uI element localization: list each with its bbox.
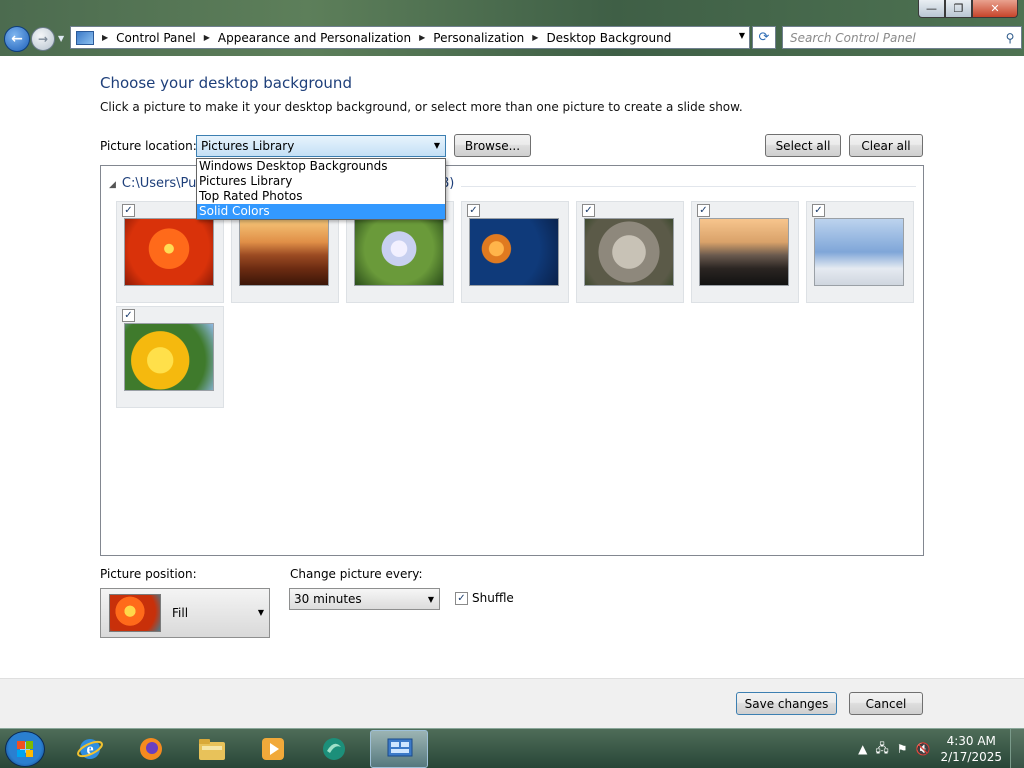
refresh-icon: ⟳ bbox=[758, 30, 770, 45]
folder-group-header[interactable]: ◢ C:\Users\Pu bbox=[109, 176, 196, 191]
option-pictures-library[interactable]: Pictures Library bbox=[197, 174, 445, 189]
picture-gallery[interactable]: ◢C:\Users\Pu 8) ✓ ✓ ✓ ✓ ✓ ✓ ✓ bbox=[100, 165, 924, 556]
picture-checkbox[interactable]: ✓ bbox=[122, 309, 135, 322]
action-center-flag-icon[interactable]: ⚑ bbox=[897, 742, 908, 756]
picture-checkbox[interactable]: ✓ bbox=[467, 204, 480, 217]
control-panel-icon bbox=[76, 30, 94, 45]
picture-location-select[interactable]: Pictures Library ▼ bbox=[196, 135, 446, 157]
search-box[interactable]: Search Control Panel ⚲ bbox=[782, 26, 1022, 49]
minimize-button[interactable]: — bbox=[918, 0, 945, 18]
penguins-thumbnail[interactable] bbox=[814, 218, 904, 286]
picture-tile-lighthouse[interactable]: ✓ bbox=[691, 201, 799, 303]
picture-checkbox[interactable]: ✓ bbox=[582, 204, 595, 217]
option-top-rated-photos[interactable]: Top Rated Photos bbox=[197, 189, 445, 204]
chevron-down-icon[interactable]: ▼ bbox=[428, 595, 434, 604]
browser-app-icon[interactable] bbox=[316, 733, 352, 765]
firefox-icon[interactable] bbox=[133, 733, 169, 765]
change-picture-select[interactable]: 30 minutes ▼ bbox=[289, 588, 440, 610]
picture-position-select[interactable]: Fill ▼ bbox=[100, 588, 270, 638]
change-picture-value: 30 minutes bbox=[294, 592, 362, 606]
tulips-thumbnail[interactable] bbox=[124, 323, 214, 391]
picture-tile-koala[interactable]: ✓ bbox=[576, 201, 684, 303]
change-picture-label: Change picture every: bbox=[290, 567, 423, 581]
lighthouse-thumbnail[interactable] bbox=[699, 218, 789, 286]
shuffle-label[interactable]: Shuffle bbox=[472, 591, 514, 605]
shuffle-option[interactable]: ✓ Shuffle bbox=[455, 591, 514, 605]
picture-location-value: Pictures Library bbox=[201, 139, 295, 153]
windows-logo-icon bbox=[17, 741, 33, 757]
recent-pages-dropdown-icon[interactable]: ▼ bbox=[58, 34, 64, 43]
start-button[interactable] bbox=[5, 731, 45, 767]
page-description: Click a picture to make it your desktop … bbox=[100, 100, 743, 114]
picture-location-label: Picture location: bbox=[100, 139, 197, 153]
chrysanthemum-thumbnail[interactable] bbox=[124, 218, 214, 286]
browse-button[interactable]: Browse... bbox=[454, 134, 531, 157]
address-bar[interactable]: ▶ Control Panel ▶ Appearance and Persona… bbox=[70, 26, 750, 49]
picture-location-options: Windows Desktop Backgrounds Pictures Lib… bbox=[196, 158, 446, 220]
shuffle-checkbox[interactable]: ✓ bbox=[455, 591, 468, 605]
forward-arrow-icon: → bbox=[37, 32, 49, 46]
save-changes-button[interactable]: Save changes bbox=[736, 692, 837, 715]
collapse-icon[interactable]: ◢ bbox=[109, 180, 116, 190]
volume-muted-icon[interactable]: 🔇 bbox=[916, 742, 931, 756]
option-solid-colors[interactable]: Solid Colors bbox=[197, 204, 445, 219]
search-icon[interactable]: ⚲ bbox=[999, 31, 1021, 45]
show-desktop-button[interactable] bbox=[1010, 729, 1024, 768]
picture-checkbox[interactable]: ✓ bbox=[697, 204, 710, 217]
folder-path: C:\Users\Pu bbox=[121, 176, 197, 191]
taskbar: e ▲ 🖧 ⚑ 🔇 4:30 AM 2/17/2025 bbox=[0, 728, 1024, 768]
picture-checkbox[interactable]: ✓ bbox=[122, 204, 135, 217]
clock-time: 4:30 AM bbox=[946, 734, 996, 748]
forward-button[interactable]: → bbox=[31, 27, 55, 51]
jellyfish-thumbnail[interactable] bbox=[469, 218, 559, 286]
chevron-down-icon[interactable]: ▼ bbox=[434, 141, 440, 150]
show-hidden-icons-icon[interactable]: ▲ bbox=[858, 742, 867, 756]
chevron-right-icon[interactable]: ▶ bbox=[419, 33, 425, 42]
clock[interactable]: 4:30 AM 2/17/2025 bbox=[940, 733, 1002, 765]
clock-date: 2/17/2025 bbox=[940, 750, 1002, 764]
media-player-icon[interactable] bbox=[255, 733, 291, 765]
chevron-down-icon[interactable]: ▼ bbox=[258, 608, 264, 617]
option-windows-desktop-backgrounds[interactable]: Windows Desktop Backgrounds bbox=[197, 159, 445, 174]
group-divider bbox=[461, 186, 916, 187]
breadcrumb-control-panel[interactable]: Control Panel bbox=[116, 31, 196, 45]
control-panel-taskbar-button[interactable] bbox=[370, 730, 428, 768]
address-dropdown-icon[interactable]: ▼ bbox=[739, 31, 745, 40]
breadcrumb-desktop-background[interactable]: Desktop Background bbox=[546, 31, 671, 45]
close-button[interactable]: ✕ bbox=[972, 0, 1018, 18]
picture-position-label: Picture position: bbox=[100, 567, 197, 581]
system-tray: ▲ 🖧 ⚑ 🔇 4:30 AM 2/17/2025 bbox=[854, 729, 1024, 768]
breadcrumb-appearance[interactable]: Appearance and Personalization bbox=[218, 31, 411, 45]
picture-tile-jellyfish[interactable]: ✓ bbox=[461, 201, 569, 303]
picture-tile-penguins[interactable]: ✓ bbox=[806, 201, 914, 303]
position-preview-thumbnail bbox=[109, 594, 161, 632]
picture-position-value: Fill bbox=[172, 606, 189, 620]
chevron-right-icon[interactable]: ▶ bbox=[532, 33, 538, 42]
back-button[interactable]: ← bbox=[4, 26, 30, 52]
koala-thumbnail[interactable] bbox=[584, 218, 674, 286]
picture-checkbox[interactable]: ✓ bbox=[812, 204, 825, 217]
back-arrow-icon: ← bbox=[11, 31, 23, 47]
cancel-button[interactable]: Cancel bbox=[849, 692, 923, 715]
network-icon[interactable]: 🖧 bbox=[875, 739, 888, 760]
window-controls: — ❐ ✕ bbox=[918, 0, 1018, 18]
maximize-button[interactable]: ❐ bbox=[945, 0, 972, 18]
page-title: Choose your desktop background bbox=[100, 74, 352, 92]
hydrangeas-thumbnail[interactable] bbox=[354, 218, 444, 286]
search-input[interactable]: Search Control Panel bbox=[790, 31, 999, 45]
file-explorer-icon[interactable] bbox=[194, 733, 230, 765]
breadcrumb-personalization[interactable]: Personalization bbox=[433, 31, 524, 45]
select-all-button[interactable]: Select all bbox=[765, 134, 841, 157]
dialog-footer: Save changes Cancel bbox=[0, 678, 1024, 728]
refresh-button[interactable]: ⟳ bbox=[752, 26, 776, 49]
clear-all-button[interactable]: Clear all bbox=[849, 134, 923, 157]
chevron-right-icon[interactable]: ▶ bbox=[102, 33, 108, 42]
internet-explorer-icon[interactable]: e bbox=[72, 733, 108, 765]
picture-tile-tulips[interactable]: ✓ bbox=[116, 306, 224, 408]
main-content: Choose your desktop background Click a p… bbox=[0, 56, 1024, 678]
window-chrome: — ❐ ✕ ← → ▼ ▶ Control Panel ▶ Appearance… bbox=[0, 0, 1024, 56]
desert-thumbnail[interactable] bbox=[239, 218, 329, 286]
chevron-right-icon[interactable]: ▶ bbox=[204, 33, 210, 42]
